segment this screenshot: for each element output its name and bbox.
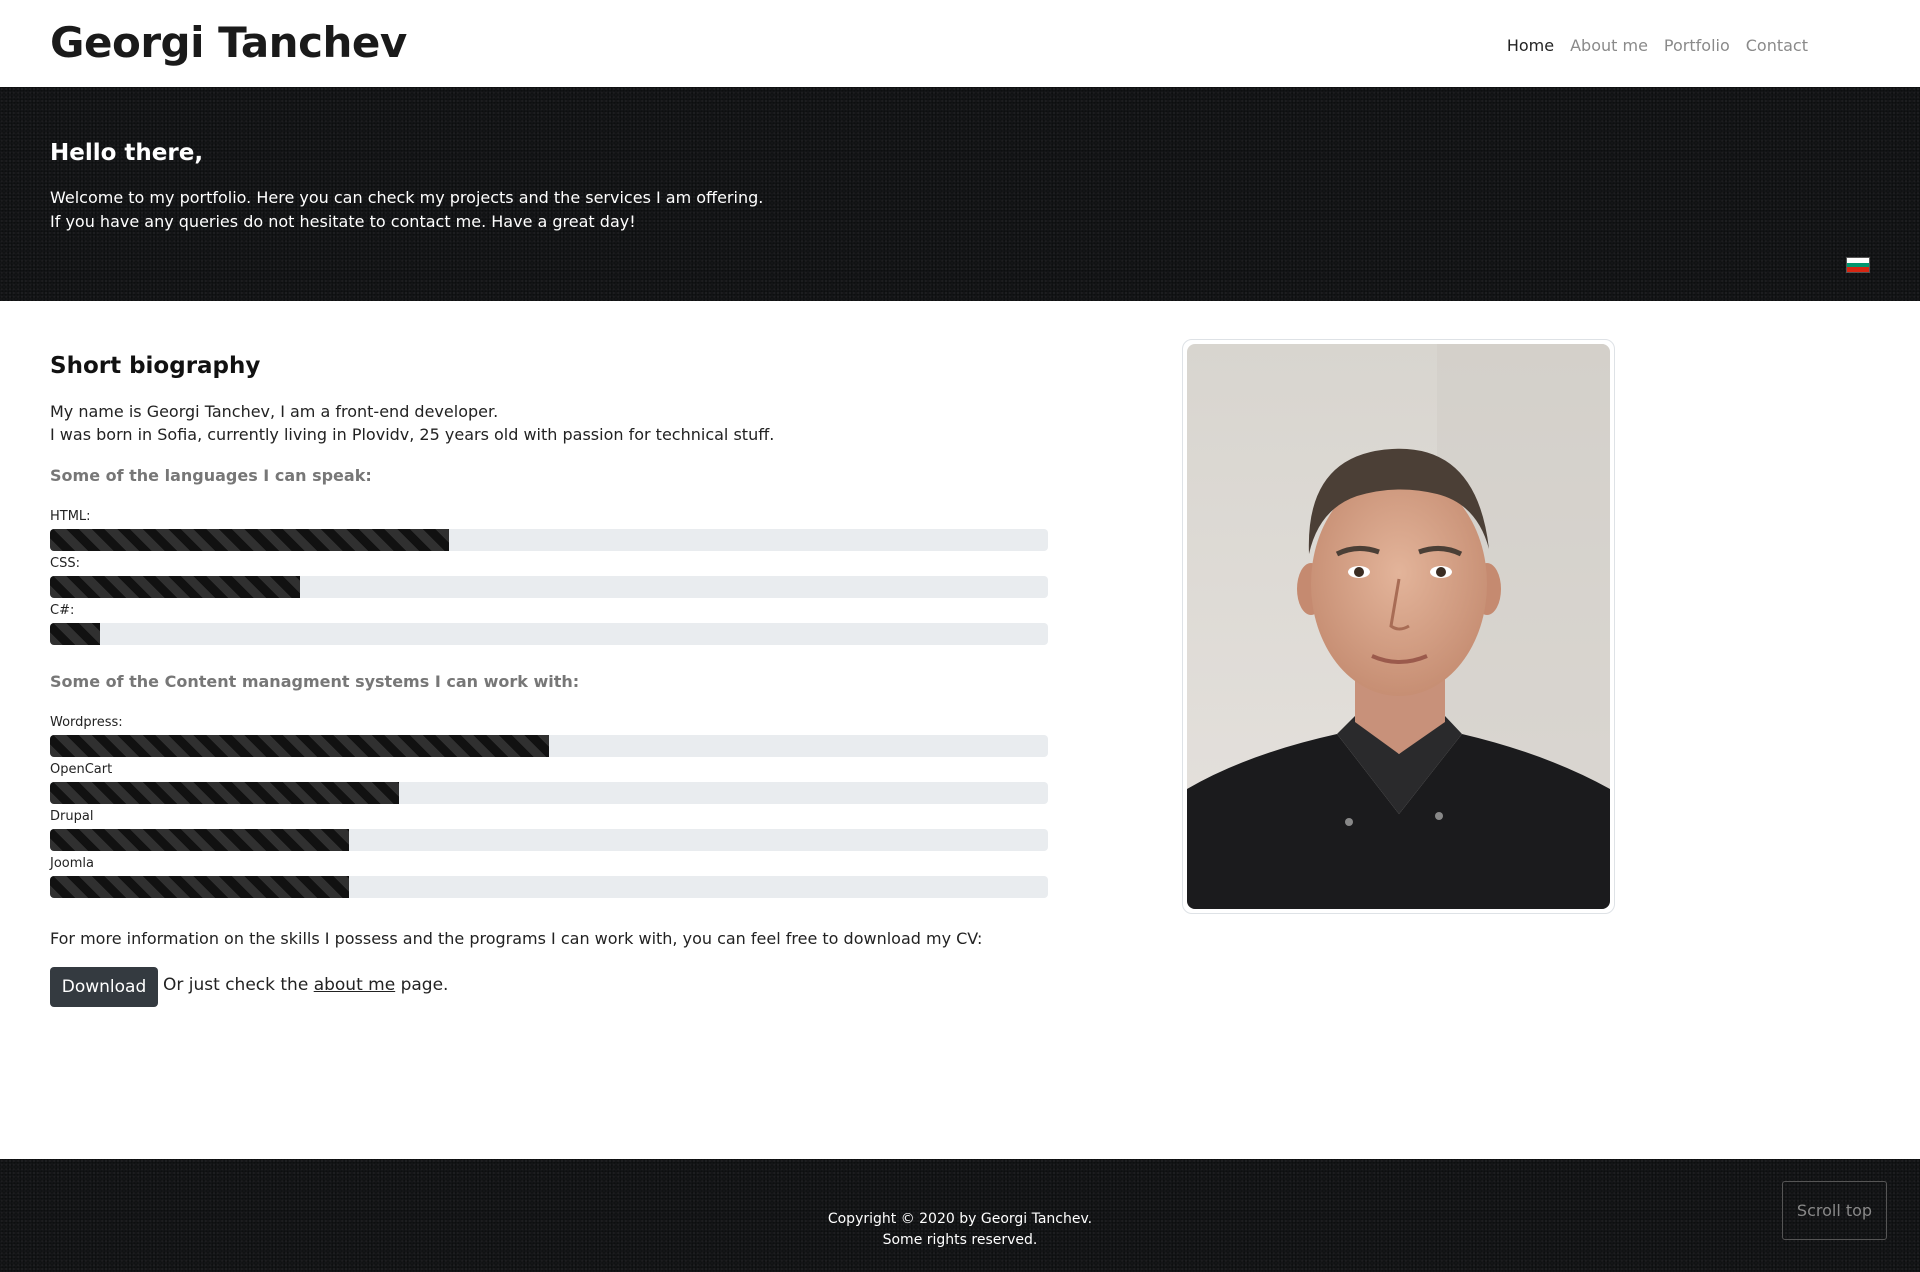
bulgarian-flag-icon[interactable] [1846, 257, 1870, 273]
bio-line-2: I was born in Sofia, currently living in… [50, 425, 775, 444]
download-cv-button[interactable]: Download [50, 967, 158, 1007]
skill-label-drupal: Drupal [50, 809, 94, 824]
progress-drupal [50, 829, 1048, 851]
progress-opencart [50, 782, 1048, 804]
progress-wordpress [50, 735, 1048, 757]
about-note-before: Or just check the [163, 975, 309, 995]
skill-label-html: HTML: [50, 509, 91, 524]
progress-fill-csharp [50, 623, 100, 645]
brand-title[interactable]: Georgi Tanchev [50, 18, 407, 67]
footer: Copyright © 2020 by Georgi Tanchev. Some… [0, 1159, 1920, 1272]
skill-label-css: CSS: [50, 556, 80, 571]
skill-label-wordpress: Wordpress: [50, 715, 123, 730]
languages-heading: Some of the languages I can speak: [50, 466, 372, 485]
progress-fill-joomla [50, 876, 350, 898]
about-note-after: page. [400, 975, 449, 995]
skill-label-csharp: C#: [50, 603, 75, 618]
footer-copyright: Copyright © 2020 by Georgi Tanchev. [827, 1211, 1093, 1227]
cms-heading: Some of the Content managment systems I … [50, 672, 580, 691]
about-me-link[interactable]: about me [314, 975, 395, 995]
progress-fill-opencart [50, 782, 400, 804]
progress-joomla [50, 876, 1048, 898]
hero-text-line-1: Welcome to my portfolio. Here you can ch… [50, 188, 764, 207]
nav-portfolio[interactable]: Portfolio [1656, 36, 1738, 55]
navbar: Georgi Tanchev Home About me Portfolio C… [0, 0, 1920, 87]
nav-about-me[interactable]: About me [1562, 36, 1656, 55]
nav-contact[interactable]: Contact [1738, 36, 1816, 55]
profile-photo-frame [1182, 339, 1615, 914]
progress-css [50, 576, 1048, 598]
hero-text-line-2: If you have any queries do not hesitate … [50, 212, 636, 231]
progress-fill-wordpress [50, 735, 549, 757]
cv-info-text: For more information on the skills I pos… [50, 929, 983, 948]
skill-label-opencart: OpenCart [50, 762, 113, 777]
footer-rights: Some rights reserved. [882, 1232, 1038, 1248]
progress-csharp [50, 623, 1048, 645]
hero-banner: Hello there, Welcome to my portfolio. He… [0, 87, 1920, 301]
bio-line-1: My name is Georgi Tanchev, I am a front-… [50, 402, 499, 421]
skill-label-joomla: Joomla [50, 856, 94, 871]
progress-html [50, 529, 1048, 551]
progress-fill-css [50, 576, 300, 598]
progress-fill-html [50, 529, 450, 551]
about-note: Or just check the about me page. [163, 975, 448, 995]
profile-photo [1187, 344, 1610, 909]
scroll-top-button[interactable]: Scroll top [1782, 1181, 1887, 1240]
progress-fill-drupal [50, 829, 350, 851]
hero-title: Hello there, [50, 140, 204, 166]
nav-home[interactable]: Home [1499, 36, 1562, 55]
main-nav: Home About me Portfolio Contact [1499, 36, 1816, 55]
bio-title: Short biography [50, 353, 261, 379]
